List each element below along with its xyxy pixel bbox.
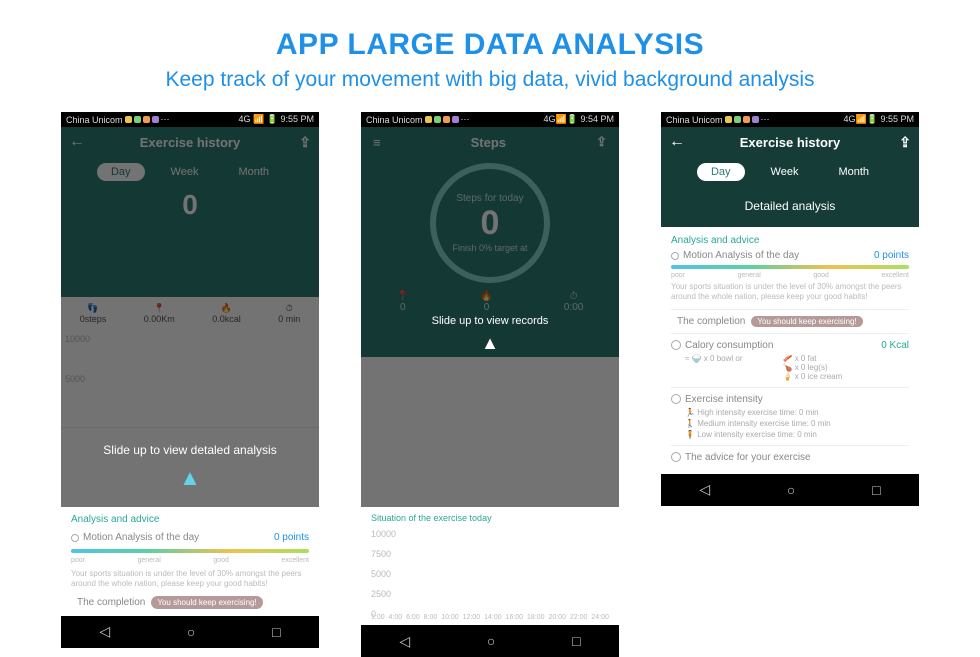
screen: ← Exercise history ⇪ Day Week Month 0 👣0… bbox=[61, 127, 319, 507]
phone-3: China Unicom ⋯ 4G📶🔋 9:55 PM ← Exercise h… bbox=[661, 112, 919, 657]
back-icon[interactable]: ← bbox=[69, 133, 85, 151]
steps-ring: Steps for today 0 Finish 0% target at bbox=[430, 163, 550, 283]
analysis-description: Your sports situation is under the level… bbox=[71, 569, 309, 590]
motion-label: Motion Analysis of the day bbox=[683, 250, 799, 261]
clock: 9:55 PM bbox=[880, 114, 914, 124]
ring-pct: Finish 0% target at bbox=[452, 243, 527, 253]
phones-row: China Unicom ⋯ 4G 📶 🔋 9:55 PM ← Exercise… bbox=[0, 112, 980, 657]
arrow-up-icon[interactable]: ▲ bbox=[481, 333, 499, 354]
stat-steps: 👣0steps bbox=[80, 303, 107, 324]
tab-month[interactable]: Month bbox=[824, 163, 883, 181]
slide-hint: Slide up to view detaled analysis bbox=[61, 443, 319, 457]
screen: ≡ Steps ⇪ Steps for today 0 Finish 0% ta… bbox=[361, 127, 619, 507]
motion-points: 0 points bbox=[874, 250, 909, 261]
nav-recent-icon[interactable]: □ bbox=[872, 482, 880, 498]
nav-recent-icon[interactable]: □ bbox=[272, 624, 280, 640]
page-subtitle: Keep track of your movement with big dat… bbox=[0, 68, 980, 92]
intensity-low: 🧍 Low intensity exercise time: 0 min bbox=[671, 430, 909, 439]
stat-time: ⏱0:00 bbox=[564, 291, 583, 313]
screen-title: Exercise history bbox=[740, 135, 840, 150]
stat-kcal: 🔥0.0kcal bbox=[212, 303, 241, 324]
motion-points: 0 points bbox=[274, 531, 309, 545]
completion-label: The completion bbox=[77, 596, 145, 610]
back-icon[interactable]: ← bbox=[669, 133, 685, 151]
analysis-body: Analysis and advice Motion Analysis of t… bbox=[661, 227, 919, 474]
nav-back-icon[interactable]: ◁ bbox=[99, 623, 110, 640]
status-icon bbox=[152, 116, 159, 123]
carrier-label: China Unicom bbox=[66, 115, 123, 125]
motion-label: Motion Analysis of the day bbox=[83, 531, 199, 545]
page-title: APP LARGE DATA ANALYSIS bbox=[0, 28, 980, 62]
chart-area: 100005000 bbox=[61, 330, 319, 428]
nav-bar: ◁ ○ □ bbox=[661, 474, 919, 506]
nav-bar: ◁ ○ □ bbox=[361, 625, 619, 657]
nav-home-icon[interactable]: ○ bbox=[187, 624, 195, 640]
advice-label: The advice for your exercise bbox=[685, 452, 811, 463]
detailed-label: Detailed analysis bbox=[661, 199, 919, 213]
fire-icon bbox=[671, 340, 681, 350]
situation-label: Situation of the exercise today bbox=[361, 507, 619, 529]
nav-back-icon[interactable]: ◁ bbox=[699, 481, 710, 498]
share-icon[interactable]: ⇪ bbox=[899, 134, 911, 151]
tab-day[interactable]: Day bbox=[697, 163, 745, 181]
score-bar bbox=[671, 265, 909, 269]
menu-icon[interactable]: ≡ bbox=[373, 135, 381, 150]
completion-badge: You should keep exercising! bbox=[751, 316, 862, 327]
panel-title: Analysis and advice bbox=[71, 513, 309, 527]
carrier-label: China Unicom bbox=[666, 115, 723, 125]
stat-dist: 📍0 bbox=[397, 291, 409, 313]
activity-icon bbox=[671, 394, 681, 404]
phone-2: China Unicom ⋯ 4G📶🔋 9:54 PM ≡ Steps ⇪ St… bbox=[361, 112, 619, 657]
clock: 9:54 PM bbox=[580, 114, 614, 124]
signal-label: 4G bbox=[238, 114, 250, 124]
stat-cal: 🔥0 bbox=[480, 291, 492, 313]
tab-week[interactable]: Week bbox=[757, 163, 813, 181]
advice-icon bbox=[671, 452, 681, 462]
screen-top: ← Exercise history ⇪ Day Week Month Deta… bbox=[661, 127, 919, 227]
nav-home-icon[interactable]: ○ bbox=[487, 633, 495, 649]
analysis-description: Your sports situation is under the level… bbox=[671, 282, 909, 303]
panel-title: Analysis and advice bbox=[671, 235, 909, 246]
status-bar: China Unicom ⋯ 4G 📶 🔋 9:55 PM bbox=[61, 112, 319, 127]
ring-label: Steps for today bbox=[456, 193, 523, 204]
bulb-icon bbox=[671, 252, 679, 260]
nav-home-icon[interactable]: ○ bbox=[787, 482, 795, 498]
screen-title: Exercise history bbox=[140, 135, 240, 150]
tabs-row: Day Week Month bbox=[61, 163, 319, 181]
analysis-panel: Analysis and advice Motion Analysis of t… bbox=[61, 507, 319, 616]
nav-back-icon[interactable]: ◁ bbox=[399, 633, 410, 650]
bulb-icon bbox=[71, 534, 79, 542]
calorie-value: 0 Kcal bbox=[881, 340, 909, 351]
stat-km: 📍0.00Km bbox=[144, 303, 175, 324]
main-count: 0 bbox=[61, 189, 319, 221]
nav-bar: ◁ ○ □ bbox=[61, 616, 319, 648]
status-bar: China Unicom ⋯ 4G📶🔋 9:55 PM bbox=[661, 112, 919, 127]
ring-value: 0 bbox=[481, 204, 500, 243]
status-icon bbox=[134, 116, 141, 123]
calorie-label: Calory consumption bbox=[685, 340, 773, 351]
nav-recent-icon[interactable]: □ bbox=[572, 633, 580, 649]
status-bar: China Unicom ⋯ 4G📶🔋 9:54 PM bbox=[361, 112, 619, 127]
clock: 9:55 PM bbox=[280, 114, 314, 124]
tab-day[interactable]: Day bbox=[97, 163, 145, 181]
stat-min: ⏱0 min bbox=[278, 303, 300, 324]
intensity-high: 🏃 High intensity exercise time: 0 min bbox=[671, 408, 909, 417]
score-bar bbox=[71, 549, 309, 553]
screen-title: Steps bbox=[471, 135, 506, 150]
arrow-up-icon[interactable]: ▲ bbox=[179, 465, 201, 491]
tab-week[interactable]: Week bbox=[157, 163, 213, 181]
phone-1: China Unicom ⋯ 4G 📶 🔋 9:55 PM ← Exercise… bbox=[61, 112, 319, 657]
status-icon bbox=[125, 116, 132, 123]
tab-month[interactable]: Month bbox=[224, 163, 283, 181]
slide-hint: Slide up to view records bbox=[361, 315, 619, 327]
share-icon[interactable]: ⇪ bbox=[596, 134, 607, 150]
completion-badge: You should keep exercising! bbox=[151, 596, 262, 609]
carrier-label: China Unicom bbox=[366, 115, 423, 125]
intensity-medium: 🚶 Medium intensity exercise time: 0 min bbox=[671, 419, 909, 428]
status-icon bbox=[143, 116, 150, 123]
intensity-label: Exercise intensity bbox=[685, 394, 763, 405]
completion-label: The completion bbox=[677, 316, 745, 327]
share-icon[interactable]: ⇪ bbox=[299, 134, 311, 151]
daily-chart: 10000 7500 5000 2500 0 1:004:00 6:008:00… bbox=[361, 529, 619, 625]
